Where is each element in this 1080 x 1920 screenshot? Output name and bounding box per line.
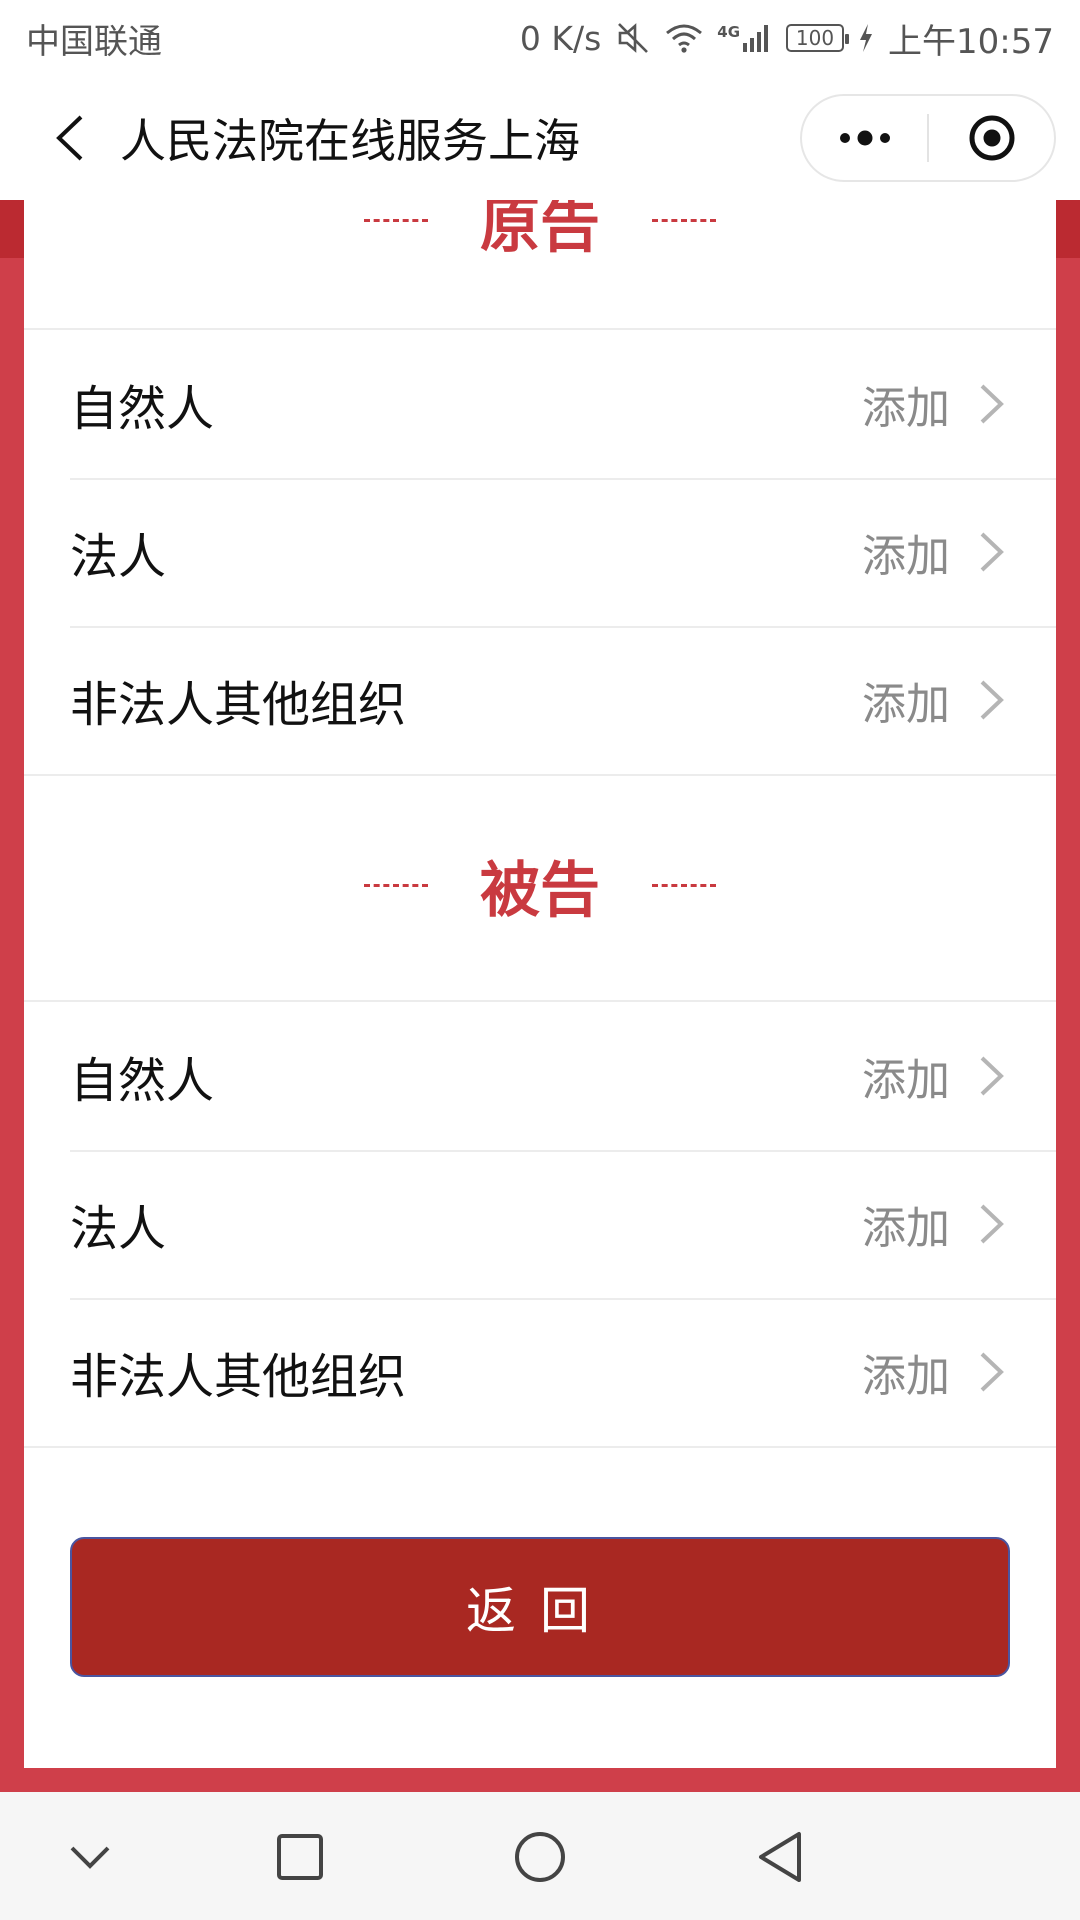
- network-speed: 0 K/s: [519, 18, 602, 58]
- title-dash-right: [652, 883, 716, 887]
- defendant-list: 自然人 添加 法人 添加 非法人其他组织 添加: [24, 1000, 1056, 1448]
- wifi-icon: [665, 22, 703, 54]
- add-text: 添加: [862, 679, 950, 730]
- row-label: 非法人其他组织: [70, 1349, 407, 1405]
- return-button[interactable]: 返回: [70, 1537, 1010, 1677]
- add-text: 添加: [862, 1055, 950, 1106]
- more-button[interactable]: [802, 96, 927, 180]
- add-action[interactable]: 添加: [862, 1340, 1006, 1404]
- chevron-right-icon: [980, 384, 1004, 424]
- row-label: 法人: [70, 529, 167, 585]
- status-bar: 中国联通 0 K/s 4G 100 上午10:57: [0, 0, 1080, 76]
- section-title-text: 被告: [480, 855, 600, 926]
- chevron-right-icon: [980, 1204, 1004, 1244]
- back-chevron-icon: [56, 115, 83, 161]
- nav-home-button[interactable]: [505, 1822, 575, 1892]
- battery-level: 100: [795, 26, 835, 50]
- plaintiff-natural-person-row[interactable]: 自然人 添加: [24, 330, 1056, 478]
- chevron-right-icon: [980, 1056, 1004, 1096]
- row-label: 非法人其他组织: [70, 677, 407, 733]
- defendant-legal-person-row[interactable]: 法人 添加: [24, 1150, 1056, 1298]
- close-button[interactable]: [929, 96, 1054, 180]
- add-action[interactable]: 添加: [862, 1192, 1006, 1256]
- add-text: 添加: [862, 1351, 950, 1402]
- title-dash-right: [652, 218, 716, 222]
- nav-triangle-icon: [759, 1832, 801, 1882]
- mute-icon: [615, 20, 651, 56]
- row-label: 自然人: [70, 1053, 215, 1109]
- defendant-natural-person-row[interactable]: 自然人 添加: [24, 1002, 1056, 1150]
- page-title: 人民法院在线服务上海: [120, 114, 580, 168]
- mini-program-nav-bar: 人民法院在线服务上海: [0, 76, 1080, 200]
- title-dash-left: [364, 218, 428, 222]
- clock-time: 上午10:57: [888, 21, 1054, 62]
- nav-circle-icon: [515, 1832, 565, 1882]
- plaintiff-legal-person-row[interactable]: 法人 添加: [24, 478, 1056, 626]
- network-type: 4G: [717, 23, 741, 41]
- plaintiff-list: 自然人 添加 法人 添加 非法人其他组织 添加: [24, 328, 1056, 776]
- chevron-right-icon: [980, 1352, 1004, 1392]
- plaintiff-other-organization-row[interactable]: 非法人其他组织 添加: [24, 626, 1056, 774]
- capsule-menu: [800, 94, 1056, 182]
- battery-icon: 100: [786, 24, 850, 52]
- row-label: 自然人: [70, 381, 215, 437]
- system-nav-bar: [0, 1792, 1080, 1920]
- party-card: 原告 自然人 添加 法人 添加 非法人其他组织 添加 被告 自然人 添加 法人 …: [24, 200, 1056, 1768]
- more-dots-icon: [839, 130, 890, 146]
- add-action[interactable]: 添加: [862, 520, 1006, 584]
- add-text: 添加: [862, 1203, 950, 1254]
- title-dash-left: [364, 883, 428, 887]
- status-right: 0 K/s 4G 100 上午10:57: [520, 14, 1054, 63]
- nav-down-icon: [70, 1846, 110, 1869]
- add-action[interactable]: 添加: [862, 372, 1006, 436]
- nav-back-button[interactable]: [745, 1822, 815, 1892]
- screen: 中国联通 0 K/s 4G 100 上午10:57 人民法院在线服务上海 原告 …: [0, 0, 1080, 1920]
- section-title-plaintiff: 原告: [24, 200, 1056, 270]
- back-button[interactable]: [30, 88, 110, 188]
- section-title-text: 原告: [480, 200, 600, 261]
- carrier-label: 中国联通: [26, 21, 162, 62]
- add-action[interactable]: 添加: [862, 668, 1006, 732]
- nav-square-icon: [277, 1834, 323, 1880]
- signal-icon: 4G: [717, 23, 772, 53]
- section-title-defendant: 被告: [24, 830, 1056, 940]
- defendant-other-organization-row[interactable]: 非法人其他组织 添加: [24, 1298, 1056, 1446]
- add-text: 添加: [862, 531, 950, 582]
- nav-recents-button[interactable]: [265, 1822, 335, 1892]
- add-text: 添加: [862, 383, 950, 434]
- chevron-right-icon: [980, 680, 1004, 720]
- chevron-right-icon: [980, 532, 1004, 572]
- nav-down-button[interactable]: [55, 1822, 125, 1892]
- close-target-icon: [969, 115, 1014, 161]
- charging-icon: [858, 23, 874, 53]
- add-action[interactable]: 添加: [862, 1044, 1006, 1108]
- row-label: 法人: [70, 1201, 167, 1257]
